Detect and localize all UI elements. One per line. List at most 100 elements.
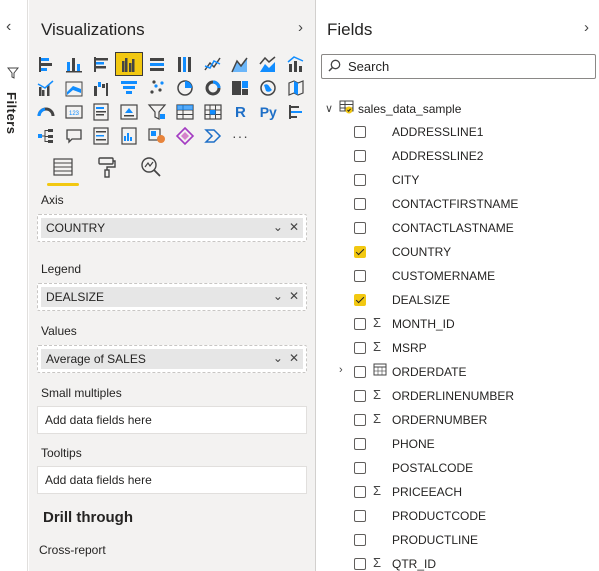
- slicer-icon[interactable]: [143, 100, 171, 124]
- chevron-down-icon[interactable]: ⌄: [273, 289, 283, 303]
- 100-stacked-bar-chart-icon[interactable]: [143, 52, 171, 76]
- chevron-down-icon[interactable]: ⌄: [273, 351, 283, 365]
- clustered-bar-chart-icon[interactable]: [88, 52, 116, 76]
- field-checkbox[interactable]: [354, 174, 366, 186]
- field-checkbox[interactable]: [354, 342, 366, 354]
- field-checkbox[interactable]: [354, 126, 366, 138]
- field-row[interactable]: Σ ORDERLINENUMBER: [317, 384, 599, 408]
- field-row[interactable]: PRODUCTLINE: [317, 528, 599, 552]
- field-checkbox[interactable]: [354, 150, 366, 162]
- waterfall-chart-icon[interactable]: [88, 76, 116, 100]
- python-visual-icon[interactable]: Py: [254, 100, 282, 124]
- decomposition-tree-icon[interactable]: [32, 124, 60, 148]
- field-checkbox[interactable]: [354, 294, 366, 306]
- area-chart-icon[interactable]: [227, 52, 255, 76]
- filters-label[interactable]: Filters: [4, 92, 19, 135]
- close-icon[interactable]: ✕: [289, 351, 299, 365]
- r-script-visual-icon[interactable]: R: [227, 100, 255, 124]
- field-checkbox[interactable]: [354, 414, 366, 426]
- chevron-down-icon[interactable]: ⌄: [273, 220, 283, 234]
- field-checkbox[interactable]: [354, 558, 366, 570]
- values-well[interactable]: Average of SALES ⌄ ✕: [37, 345, 307, 373]
- field-row[interactable]: CITY: [317, 168, 599, 192]
- field-checkbox[interactable]: [354, 222, 366, 234]
- field-row[interactable]: DEALSIZE: [317, 288, 599, 312]
- stacked-bar-chart-icon[interactable]: [32, 52, 60, 76]
- field-row[interactable]: CONTACTFIRSTNAME: [317, 192, 599, 216]
- field-checkbox[interactable]: [354, 510, 366, 522]
- fields-tab[interactable]: [41, 154, 85, 186]
- field-checkbox[interactable]: [354, 270, 366, 282]
- format-tab[interactable]: [85, 154, 129, 184]
- field-checkbox[interactable]: [354, 366, 366, 378]
- table-sales-data-sample[interactable]: ∨ sales_data_sample: [325, 100, 461, 117]
- field-row[interactable]: Σ QTR_ID: [317, 552, 599, 571]
- values-field-pill[interactable]: Average of SALES ⌄ ✕: [41, 349, 303, 369]
- close-icon[interactable]: ✕: [289, 289, 299, 303]
- scatter-chart-icon[interactable]: [143, 76, 171, 100]
- chevron-right-icon[interactable]: ›: [298, 19, 303, 36]
- power-apps-icon[interactable]: [171, 124, 199, 148]
- field-row[interactable]: Σ MSRP: [317, 336, 599, 360]
- gauge-icon[interactable]: [32, 100, 60, 124]
- smart-narrative-icon[interactable]: [88, 124, 116, 148]
- power-automate-icon[interactable]: [199, 124, 227, 148]
- field-checkbox[interactable]: [354, 486, 366, 498]
- donut-chart-icon[interactable]: [199, 76, 227, 100]
- small-multiples-well[interactable]: Add data fields here: [37, 406, 307, 434]
- legend-well[interactable]: DEALSIZE ⌄ ✕: [37, 283, 307, 311]
- field-row[interactable]: PRODUCTCODE: [317, 504, 599, 528]
- chevron-down-icon[interactable]: ∨: [325, 102, 337, 115]
- matrix-icon[interactable]: [199, 100, 227, 124]
- table-icon[interactable]: [171, 100, 199, 124]
- qa-icon[interactable]: [60, 124, 88, 148]
- analytics-tab[interactable]: [129, 154, 173, 184]
- filled-map-icon[interactable]: [282, 76, 310, 100]
- ribbon-chart-icon[interactable]: [60, 76, 88, 100]
- 100-stacked-column-chart-icon[interactable]: [171, 52, 199, 76]
- line-and-clustered-column-chart-icon[interactable]: [32, 76, 60, 100]
- clustered-column-chart-icon[interactable]: [115, 52, 144, 76]
- card-icon[interactable]: 123: [60, 100, 88, 124]
- treemap-icon[interactable]: [227, 76, 255, 100]
- chevron-right-icon[interactable]: ›: [584, 19, 589, 36]
- azure-map-icon[interactable]: [143, 124, 171, 148]
- axis-well[interactable]: COUNTRY ⌄ ✕: [37, 214, 307, 242]
- stacked-area-chart-icon[interactable]: [254, 52, 282, 76]
- field-row[interactable]: PHONE: [317, 432, 599, 456]
- paginated-report-icon[interactable]: [115, 124, 143, 148]
- field-checkbox[interactable]: [354, 390, 366, 402]
- field-row[interactable]: ADDRESSLINE1: [317, 120, 599, 144]
- search-input[interactable]: Search: [321, 54, 596, 79]
- line-chart-icon[interactable]: [199, 52, 227, 76]
- key-influencers-icon[interactable]: [282, 100, 310, 124]
- more-visuals-icon[interactable]: ···: [227, 124, 255, 148]
- field-row[interactable]: Σ MONTH_ID: [317, 312, 599, 336]
- field-row[interactable]: POSTALCODE: [317, 456, 599, 480]
- field-row[interactable]: COUNTRY: [317, 240, 599, 264]
- kpi-icon[interactable]: [115, 100, 143, 124]
- field-row[interactable]: CUSTOMERNAME: [317, 264, 599, 288]
- chevron-right-icon[interactable]: ›: [339, 364, 343, 376]
- close-icon[interactable]: ✕: [289, 220, 299, 234]
- field-row[interactable]: CONTACTLASTNAME: [317, 216, 599, 240]
- filters-rail[interactable]: ‹ Filters: [0, 0, 28, 571]
- field-row[interactable]: › ORDERDATE: [317, 360, 599, 384]
- field-checkbox[interactable]: [354, 462, 366, 474]
- funnel-chart-icon[interactable]: [115, 76, 143, 100]
- chevron-left-icon[interactable]: ‹: [6, 18, 11, 36]
- field-checkbox[interactable]: [354, 534, 366, 546]
- legend-field-pill[interactable]: DEALSIZE ⌄ ✕: [41, 287, 303, 307]
- line-and-stacked-column-chart-icon[interactable]: [282, 52, 310, 76]
- field-row[interactable]: Σ PRICEEACH: [317, 480, 599, 504]
- field-row[interactable]: ADDRESSLINE2: [317, 144, 599, 168]
- field-checkbox[interactable]: [354, 318, 366, 330]
- field-checkbox[interactable]: [354, 438, 366, 450]
- stacked-column-chart-icon[interactable]: [60, 52, 88, 76]
- map-icon[interactable]: [254, 76, 282, 100]
- tooltips-well[interactable]: Add data fields here: [37, 466, 307, 494]
- multi-row-card-icon[interactable]: [88, 100, 116, 124]
- axis-field-pill[interactable]: COUNTRY ⌄ ✕: [41, 218, 303, 238]
- field-checkbox[interactable]: [354, 198, 366, 210]
- field-row[interactable]: Σ ORDERNUMBER: [317, 408, 599, 432]
